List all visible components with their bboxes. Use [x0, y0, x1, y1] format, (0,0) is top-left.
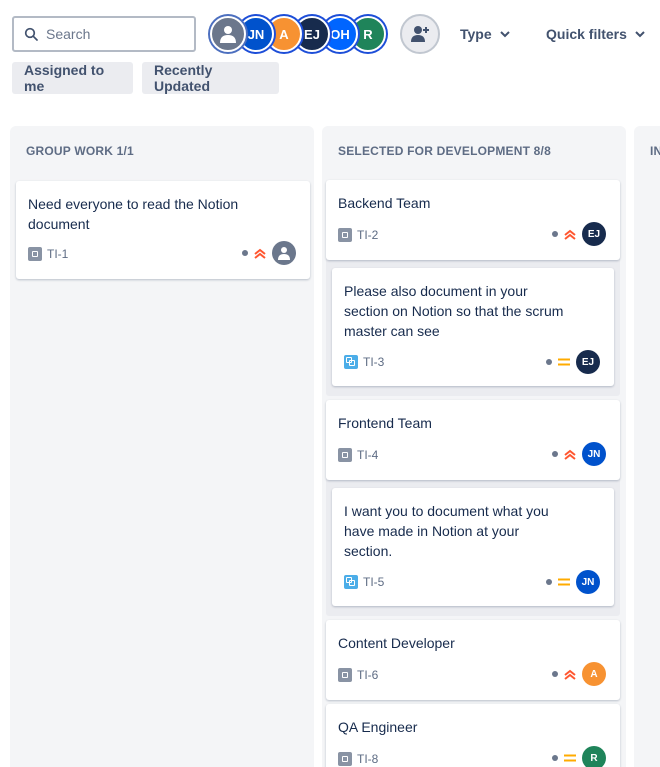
issue-key[interactable]: TI-6: [338, 668, 378, 682]
issue-meta: JN: [546, 570, 600, 594]
issue-title: Need everyone to read the Notion documen…: [28, 196, 239, 232]
avatar-unassigned[interactable]: [210, 16, 246, 52]
subtask-icon: [344, 355, 358, 369]
status-dot: [552, 755, 558, 761]
priority-high-icon: [564, 229, 576, 240]
status-dot: [552, 451, 558, 457]
quick-filters-dropdown[interactable]: Quick filters: [546, 24, 645, 44]
column-header: SELECTED FOR DEVELOPMENT 8/8: [338, 144, 551, 158]
type-filter-label: Type: [460, 26, 492, 42]
issue-title: QA Engineer: [338, 719, 418, 735]
recently-updated-filter[interactable]: Recently Updated: [142, 62, 279, 94]
issue-key[interactable]: TI-4: [338, 448, 378, 462]
issue-card-ti-6[interactable]: Content Developer TI-6 A: [326, 620, 620, 700]
issue-title: Backend Team: [338, 195, 431, 211]
subtask-card-ti-3[interactable]: Please also document in your section on …: [332, 268, 614, 386]
assigned-to-me-filter[interactable]: Assigned to me: [12, 62, 133, 94]
assignee-avatar-ej[interactable]: EJ: [582, 222, 606, 246]
column-in-progress: IN: [634, 126, 660, 767]
priority-medium-icon: [558, 358, 570, 366]
add-person-icon: [411, 26, 429, 42]
search-icon: [24, 27, 38, 41]
task-icon: [338, 752, 352, 766]
assignee-avatar-ej[interactable]: EJ: [576, 350, 600, 374]
parent-group-ti-2: Backend Team TI-2 EJ Please also documen…: [326, 180, 620, 396]
column-header: GROUP WORK 1/1: [26, 144, 134, 158]
search-box[interactable]: [12, 16, 196, 52]
column-selected-for-development: SELECTED FOR DEVELOPMENT 8/8 Backend Tea…: [322, 126, 626, 767]
subtask-icon: [344, 575, 358, 589]
person-icon: [278, 247, 290, 260]
chevron-down-icon: [635, 31, 645, 38]
priority-medium-icon: [564, 754, 576, 762]
chevron-down-icon: [499, 31, 510, 38]
issue-meta: EJ: [552, 222, 606, 246]
issue-card-ti-1[interactable]: Need everyone to read the Notion documen…: [16, 181, 310, 279]
issue-key[interactable]: TI-8: [338, 752, 378, 766]
status-dot: [546, 359, 552, 365]
issue-key[interactable]: TI-3: [344, 355, 384, 369]
subtask-card-ti-5[interactable]: I want you to document what you have mad…: [332, 488, 614, 606]
type-filter-dropdown[interactable]: Type: [460, 24, 510, 44]
quick-filters-label: Quick filters: [546, 26, 627, 42]
assignee-avatar-jn[interactable]: JN: [576, 570, 600, 594]
priority-high-icon: [564, 449, 576, 460]
status-dot: [552, 231, 558, 237]
priority-high-icon: [564, 669, 576, 680]
issue-meta: R: [552, 746, 606, 767]
task-icon: [338, 448, 352, 462]
priority-high-icon: [254, 248, 266, 259]
status-dot: [552, 671, 558, 677]
issue-meta: [242, 241, 296, 265]
assignee-avatar-a[interactable]: A: [582, 662, 606, 686]
subtask-title: I want you to document what you have mad…: [344, 503, 549, 559]
add-people-button[interactable]: [400, 14, 440, 54]
issue-card-ti-2[interactable]: Backend Team TI-2 EJ: [326, 180, 620, 260]
issue-key[interactable]: TI-1: [28, 247, 68, 261]
status-dot: [242, 250, 248, 256]
issue-card-ti-8[interactable]: QA Engineer TI-8 R: [326, 704, 620, 767]
issue-meta: EJ: [546, 350, 600, 374]
parent-group-ti-4: Frontend Team TI-4 JN I want you to docu…: [326, 400, 620, 616]
person-icon: [220, 26, 236, 43]
task-icon: [338, 228, 352, 242]
status-dot: [546, 579, 552, 585]
assignee-avatar-r[interactable]: R: [582, 746, 606, 767]
issue-title: Frontend Team: [338, 415, 432, 431]
subtask-title: Please also document in your section on …: [344, 283, 564, 339]
priority-medium-icon: [558, 578, 570, 586]
issue-card-ti-4[interactable]: Frontend Team TI-4 JN: [326, 400, 620, 480]
issue-title: Content Developer: [338, 635, 455, 651]
assignee-avatar-unassigned[interactable]: [272, 241, 296, 265]
task-icon: [28, 247, 42, 261]
task-icon: [338, 668, 352, 682]
issue-key[interactable]: TI-2: [338, 228, 378, 242]
issue-key[interactable]: TI-5: [344, 575, 384, 589]
search-input[interactable]: [46, 26, 186, 42]
issue-meta: JN: [552, 442, 606, 466]
issue-meta: A: [552, 662, 606, 686]
column-header: IN: [650, 144, 660, 158]
column-group-work: GROUP WORK 1/1 Need everyone to read the…: [10, 126, 314, 767]
avatar-filter-group: JN A EJ OH R: [210, 16, 386, 52]
assignee-avatar-jn[interactable]: JN: [582, 442, 606, 466]
